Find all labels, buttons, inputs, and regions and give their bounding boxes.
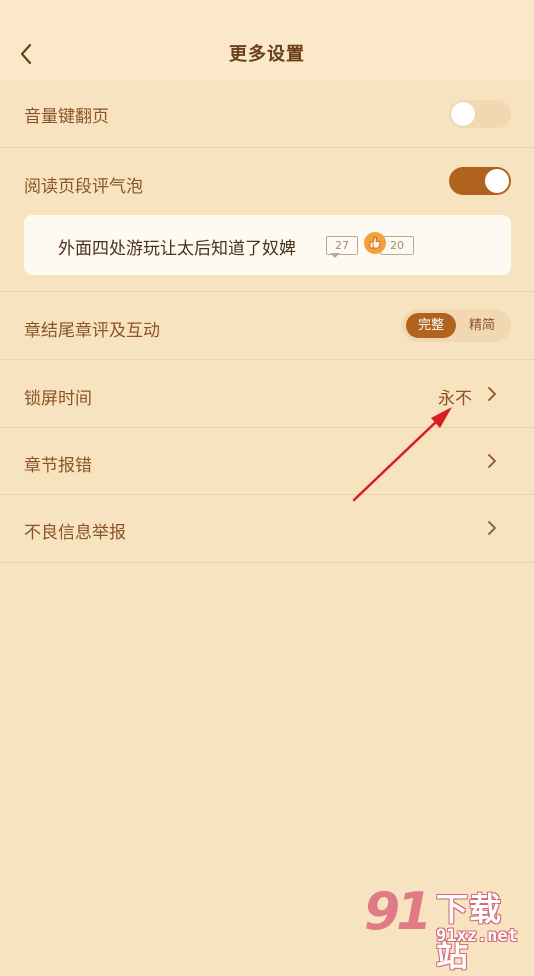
annotation-arrow xyxy=(352,407,452,502)
watermark-url: 91xz.net xyxy=(436,926,518,946)
site-watermark: 91 下载站 91xz.net xyxy=(360,880,534,974)
watermark-logo: 91 xyxy=(364,882,432,942)
